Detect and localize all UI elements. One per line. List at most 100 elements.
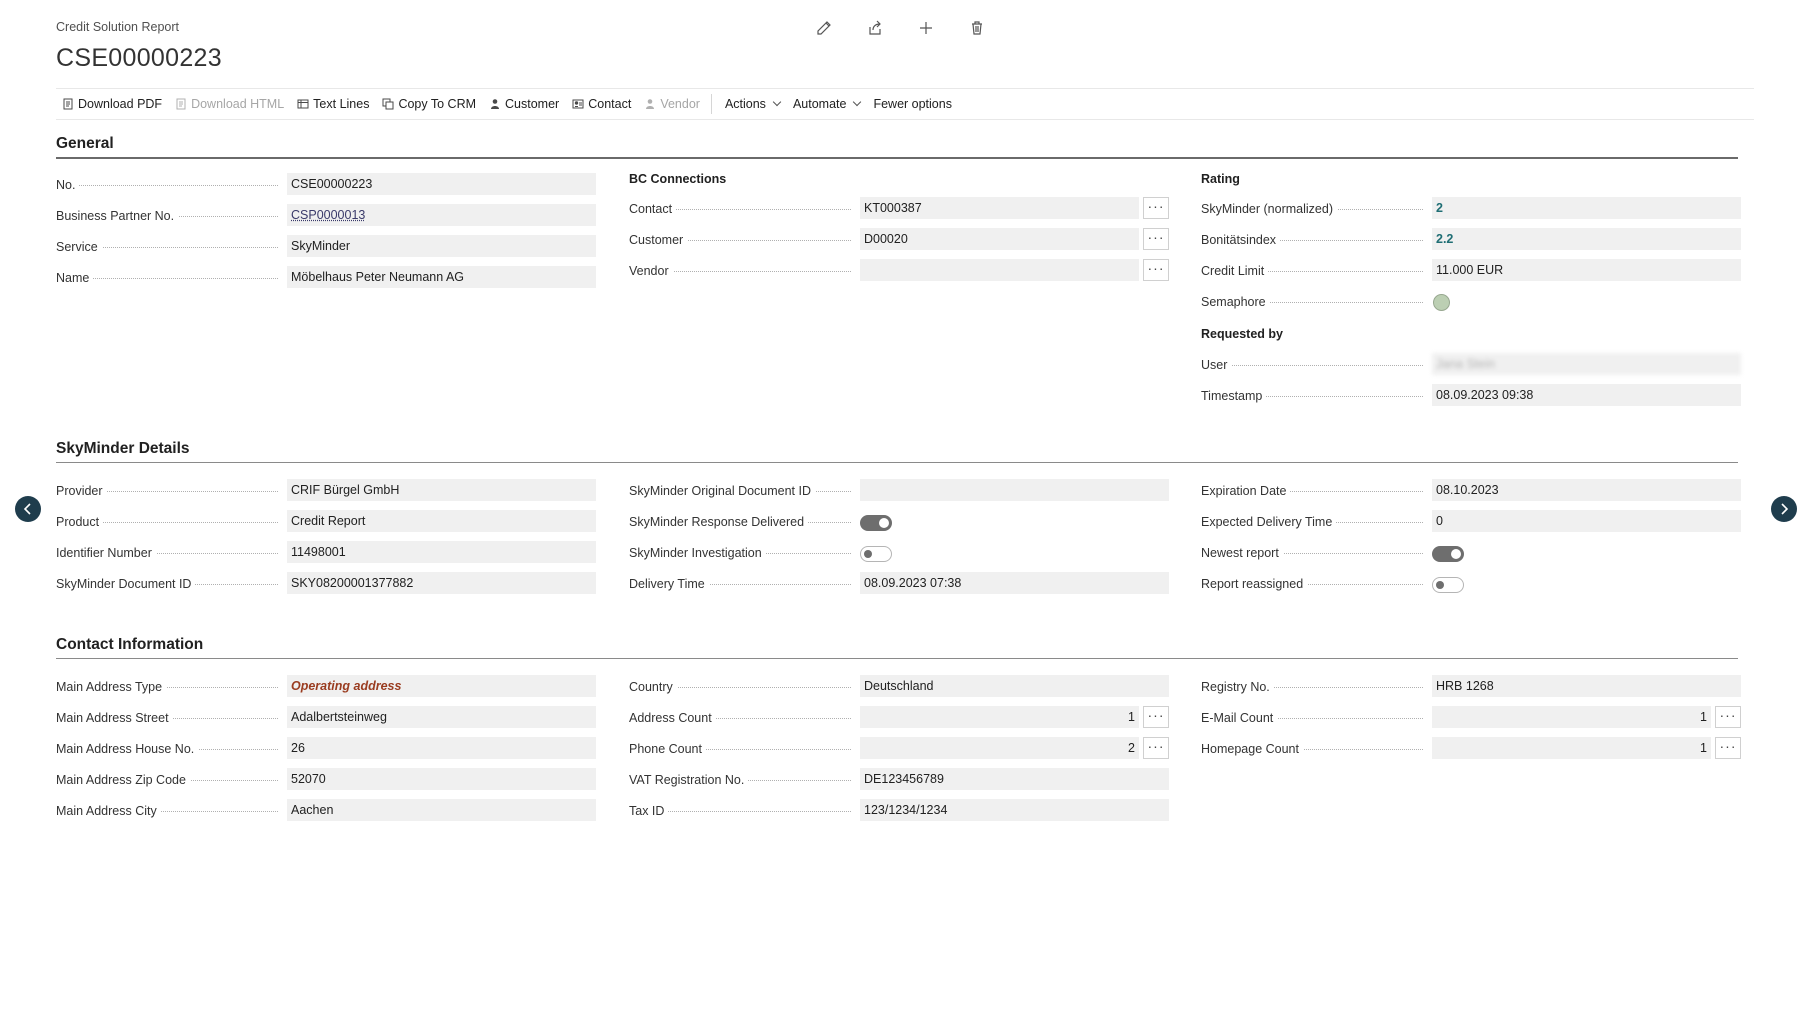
main-address-street-field[interactable]: Adalbertsteinweg bbox=[287, 706, 596, 728]
fewer-options-button[interactable]: Fewer options bbox=[873, 97, 952, 111]
skyminder-normalized-field[interactable]: 2 bbox=[1432, 197, 1741, 219]
response-delivered-toggle[interactable] bbox=[860, 515, 892, 531]
address-count-field[interactable]: 1 bbox=[860, 706, 1139, 728]
field-label: Semaphore bbox=[1201, 294, 1270, 309]
action-bar: Download PDF Download HTML Text Lines Co… bbox=[56, 88, 1754, 120]
expiration-date-field[interactable]: 08.10.2023 bbox=[1432, 479, 1741, 501]
section-contact-information[interactable]: Contact Information bbox=[56, 636, 1738, 659]
next-record-button[interactable] bbox=[1771, 496, 1797, 522]
section-general[interactable]: General bbox=[56, 135, 1738, 159]
main-address-zip-code-field[interactable]: 52070 bbox=[287, 768, 596, 790]
country-field[interactable]: Deutschland bbox=[860, 675, 1169, 697]
skyminder-document-id-field[interactable]: SKY08200001377882 bbox=[287, 572, 596, 594]
field-label: Address Count bbox=[629, 710, 716, 725]
share-icon[interactable] bbox=[863, 16, 887, 40]
customer-button[interactable]: Customer bbox=[489, 97, 559, 111]
field-investigation: SkyMinder Investigation bbox=[629, 537, 1169, 568]
field-label: Contact bbox=[629, 201, 677, 216]
field-main-address-street: Main Address Street Adalbertsteinweg bbox=[56, 702, 596, 733]
field-identifier-number: Identifier Number 11498001 bbox=[56, 537, 596, 568]
no-field[interactable]: CSE00000223 bbox=[287, 173, 596, 195]
contact-right-column: Registry No. HRB 1268 E-Mail Count 1 ···… bbox=[1201, 671, 1741, 764]
contact-field[interactable]: KT000387 bbox=[860, 197, 1139, 219]
section-skyminder-details[interactable]: SkyMinder Details bbox=[56, 440, 1738, 463]
field-bonitaetsindex: Bonitätsindex 2.2 bbox=[1201, 224, 1741, 255]
field-registry-no: Registry No. HRB 1268 bbox=[1201, 671, 1741, 702]
download-pdf-button[interactable]: Download PDF bbox=[62, 97, 162, 111]
timestamp-field[interactable]: 08.09.2023 09:38 bbox=[1432, 384, 1741, 406]
contact-card-icon bbox=[572, 98, 584, 110]
field-label: Expected Delivery Time bbox=[1201, 514, 1337, 529]
product-field[interactable]: Credit Report bbox=[287, 510, 596, 532]
rating-heading: Rating bbox=[1201, 172, 1240, 186]
original-document-id-field[interactable] bbox=[860, 479, 1169, 501]
newest-report-toggle[interactable] bbox=[1432, 546, 1464, 562]
report-reassigned-toggle[interactable] bbox=[1432, 577, 1464, 593]
field-contact: Contact KT000387 ··· bbox=[629, 193, 1169, 224]
vendor-lookup-button[interactable]: ··· bbox=[1143, 259, 1169, 281]
main-address-type-field[interactable]: Operating address bbox=[287, 675, 596, 697]
field-main-address-house-no: Main Address House No. 26 bbox=[56, 733, 596, 764]
field-label: No. bbox=[56, 177, 80, 192]
service-field[interactable]: SkyMinder bbox=[287, 235, 596, 257]
header-toolbar bbox=[812, 16, 989, 40]
field-label: Expiration Date bbox=[1201, 483, 1291, 498]
vat-registration-no-field[interactable]: DE123456789 bbox=[860, 768, 1169, 790]
tax-id-field[interactable]: 123/1234/1234 bbox=[860, 799, 1169, 821]
customer-lookup-button[interactable]: ··· bbox=[1143, 228, 1169, 250]
main-address-city-field[interactable]: Aachen bbox=[287, 799, 596, 821]
field-label: VAT Registration No. bbox=[629, 772, 749, 787]
general-right-column: Rating SkyMinder (normalized) 2 Bonitäts… bbox=[1201, 169, 1741, 411]
field-label: Service bbox=[56, 239, 102, 254]
customer-field[interactable]: D00020 bbox=[860, 228, 1139, 250]
investigation-toggle[interactable] bbox=[860, 546, 892, 562]
name-field[interactable]: Möbelhaus Peter Neumann AG bbox=[287, 266, 596, 288]
expected-delivery-time-field[interactable]: 0 bbox=[1432, 510, 1741, 532]
vendor-button[interactable]: Vendor bbox=[644, 97, 700, 111]
identifier-number-field[interactable]: 11498001 bbox=[287, 541, 596, 563]
actions-menu[interactable]: Actions bbox=[725, 97, 782, 111]
user-field[interactable]: Jana Stein bbox=[1432, 353, 1741, 375]
phone-count-drilldown-button[interactable]: ··· bbox=[1143, 737, 1169, 759]
copy-to-crm-button[interactable]: Copy To CRM bbox=[382, 97, 476, 111]
provider-field[interactable]: CRIF Bürgel GmbH bbox=[287, 479, 596, 501]
field-label: User bbox=[1201, 357, 1232, 372]
credit-limit-field[interactable]: 11.000 EUR bbox=[1432, 259, 1741, 281]
field-label: Name bbox=[56, 270, 94, 285]
fewer-options-label: Fewer options bbox=[873, 97, 952, 111]
email-count-field[interactable]: 1 bbox=[1432, 706, 1711, 728]
delivery-time-field[interactable]: 08.09.2023 07:38 bbox=[860, 572, 1169, 594]
main-address-house-no-field[interactable]: 26 bbox=[287, 737, 596, 759]
field-label: Bonitätsindex bbox=[1201, 232, 1281, 247]
bonitaetsindex-field[interactable]: 2.2 bbox=[1432, 228, 1741, 250]
semaphore-indicator bbox=[1433, 294, 1450, 311]
field-label: Registry No. bbox=[1201, 679, 1274, 694]
pencil-icon[interactable] bbox=[812, 16, 836, 40]
previous-record-button[interactable] bbox=[15, 496, 41, 522]
contact-lookup-button[interactable]: ··· bbox=[1143, 197, 1169, 219]
homepage-count-drilldown-button[interactable]: ··· bbox=[1715, 737, 1741, 759]
automate-menu[interactable]: Automate bbox=[793, 97, 862, 111]
trash-icon[interactable] bbox=[965, 16, 989, 40]
field-main-address-type: Main Address Type Operating address bbox=[56, 671, 596, 702]
text-lines-button[interactable]: Text Lines bbox=[297, 97, 369, 111]
phone-count-field[interactable]: 2 bbox=[860, 737, 1139, 759]
skyminder-middle-column: SkyMinder Original Document ID SkyMinder… bbox=[629, 475, 1169, 599]
field-label: Country bbox=[629, 679, 677, 694]
business-partner-no-link[interactable]: CSP0000013 bbox=[287, 204, 596, 226]
email-count-drilldown-button[interactable]: ··· bbox=[1715, 706, 1741, 728]
vendor-field[interactable] bbox=[860, 259, 1139, 281]
download-html-button[interactable]: Download HTML bbox=[175, 97, 284, 111]
address-count-drilldown-button[interactable]: ··· bbox=[1143, 706, 1169, 728]
contact-label: Contact bbox=[588, 97, 632, 111]
contact-button[interactable]: Contact bbox=[572, 97, 631, 111]
field-credit-limit: Credit Limit 11.000 EUR bbox=[1201, 255, 1741, 286]
homepage-count-field[interactable]: 1 bbox=[1432, 737, 1711, 759]
document-icon bbox=[62, 98, 74, 110]
field-skyminder-document-id: SkyMinder Document ID SKY08200001377882 bbox=[56, 568, 596, 599]
plus-icon[interactable] bbox=[914, 16, 938, 40]
breadcrumb: Credit Solution Report bbox=[56, 20, 179, 34]
field-vat-registration-no: VAT Registration No. DE123456789 bbox=[629, 764, 1169, 795]
field-label: SkyMinder (normalized) bbox=[1201, 201, 1337, 216]
registry-no-field[interactable]: HRB 1268 bbox=[1432, 675, 1741, 697]
